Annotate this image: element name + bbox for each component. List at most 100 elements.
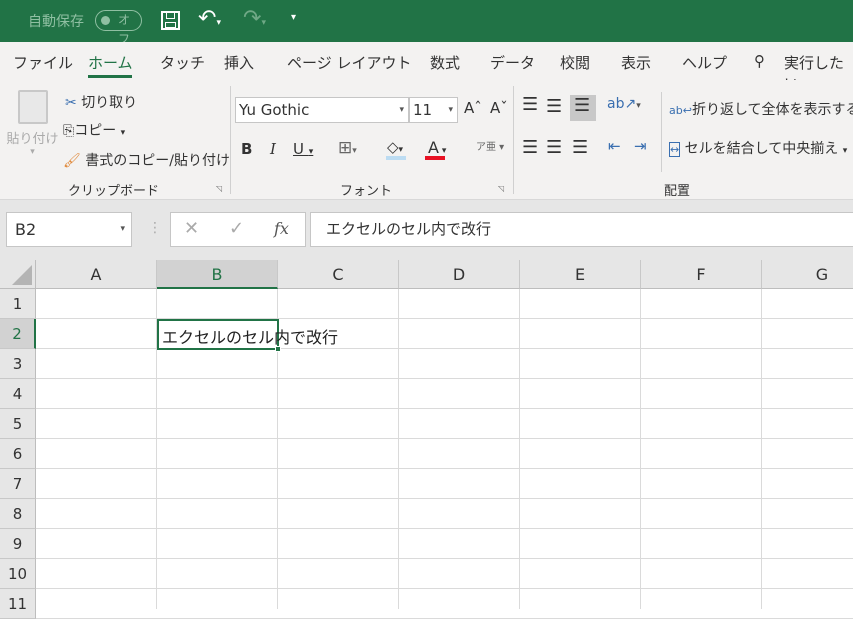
customize-icon[interactable]: ▾ (291, 12, 296, 23)
gridline (36, 438, 853, 439)
increase-indent-icon[interactable]: ⇥ (634, 137, 647, 155)
merge-center-button[interactable]: ↔ セルを結合して中央揃え ▾ (669, 138, 847, 158)
tab-view[interactable]: 表示 (621, 52, 651, 73)
column-header-B[interactable]: B (157, 260, 278, 289)
column-header-D[interactable]: D (399, 260, 520, 289)
increase-font-size-button[interactable]: Aˆ (464, 99, 482, 117)
tab-touch[interactable]: タッチ (160, 52, 205, 73)
redo-icon[interactable]: ↷▾ (243, 6, 266, 31)
align-center-icon[interactable]: ☰ (546, 137, 562, 158)
borders-icon[interactable]: ⊞▾ (338, 138, 357, 158)
gridline (36, 558, 853, 559)
wrap-text-icon: ab↩ (669, 104, 692, 117)
tab-review[interactable]: 校閲 (560, 52, 590, 73)
cancel-icon[interactable]: ✕ (184, 218, 199, 239)
underline-button[interactable]: U ▾ (293, 140, 313, 158)
wrap-text-label: 折り返して全体を表示する (691, 102, 853, 118)
tab-insert[interactable]: 挿入 (224, 52, 254, 73)
row-header-1[interactable]: 1 (0, 289, 36, 319)
column-header-A[interactable]: A (36, 260, 157, 289)
align-top-icon[interactable]: ☰ (522, 94, 538, 115)
tab-home[interactable]: ホーム (88, 52, 133, 73)
row-header-9[interactable]: 9 (0, 529, 36, 559)
tab-formulas[interactable]: 数式 (430, 52, 460, 73)
row-header-2[interactable]: 2 (0, 319, 36, 349)
clipboard-group-label: クリップボード (68, 184, 160, 199)
spreadsheet-grid[interactable]: ABCDEFG 1 2 3 4 5 6 7 8 9 10 11 エクセルのセル内で改行 (0, 260, 853, 619)
tab-help[interactable]: ヘルプ (682, 52, 727, 73)
row-header-6[interactable]: 6 (0, 439, 36, 469)
gridline (640, 289, 641, 609)
dialog-launcher-icon[interactable]: ◹ (498, 184, 504, 193)
format-painter-button[interactable]: 🖌 書式のコピー/貼り付け (63, 150, 230, 170)
decrease-indent-icon[interactable]: ⇤ (608, 137, 621, 155)
column-header-E[interactable]: E (520, 260, 641, 289)
formula-buttons: ✕ ✓ fx (170, 212, 306, 247)
fill-color-swatch (386, 156, 406, 160)
save-icon[interactable] (161, 11, 180, 30)
font-name-select[interactable]: Yu Gothic ▾ (235, 97, 409, 123)
row-header-11[interactable]: 11 (0, 589, 36, 619)
brush-icon: 🖌 (63, 153, 81, 169)
gridline (761, 289, 762, 609)
autosave-toggle[interactable]: オフ (95, 10, 142, 46)
gridline (36, 468, 853, 469)
gridline (398, 289, 399, 609)
row-header-10[interactable]: 10 (0, 559, 36, 589)
active-tab-indicator (88, 75, 132, 78)
align-left-icon[interactable]: ☰ (522, 137, 538, 158)
gridline (36, 378, 853, 379)
enter-icon[interactable]: ✓ (229, 218, 244, 239)
paste-label: 貼り付け (6, 132, 59, 147)
fill-color-icon[interactable]: ◇▾ (387, 138, 403, 156)
italic-button[interactable]: I (270, 140, 276, 158)
row-header-7[interactable]: 7 (0, 469, 36, 499)
select-all-button[interactable] (0, 260, 36, 289)
gridline (36, 528, 853, 529)
name-box[interactable]: B2 ▾ (6, 212, 132, 247)
ribbon-tabs: ファイル ホーム タッチ 挿入 ページ レイアウト 数式 データ 校閲 表示 ヘ… (0, 42, 853, 93)
title-bar: 自動保存 オフ ↶▾ ↷▾ ▾ (0, 0, 853, 46)
tab-page-layout[interactable]: ページ レイアウト (287, 52, 411, 73)
gridline (36, 588, 853, 589)
orientation-icon[interactable]: ab↗▾ (607, 96, 641, 112)
merge-center-label: セルを結合して中央揃え (684, 141, 839, 157)
tab-data[interactable]: データ (490, 52, 535, 73)
bold-button[interactable]: B (241, 140, 252, 158)
search-icon[interactable]: ⚲ (754, 52, 765, 70)
font-color-swatch (425, 156, 445, 160)
formula-input[interactable]: エクセルのセル内で改行 (310, 212, 853, 247)
row-header-5[interactable]: 5 (0, 409, 36, 439)
formula-content: エクセルのセル内で改行 (326, 220, 492, 238)
copy-button[interactable]: ⎘コピー ▾ (63, 120, 125, 140)
copy-label: コピー (74, 123, 117, 139)
undo-icon[interactable]: ↶▾ (198, 6, 221, 31)
row-header-8[interactable]: 8 (0, 499, 36, 529)
align-middle-icon[interactable]: ☰ (546, 96, 562, 117)
column-header-C[interactable]: C (278, 260, 399, 289)
wrap-text-button[interactable]: ab↩折り返して全体を表示する (669, 99, 853, 119)
cut-button[interactable]: ✂ 切り取り (65, 92, 137, 112)
phonetic-icon[interactable]: ア亜 ▾ (476, 138, 504, 153)
column-header-G[interactable]: G (762, 260, 853, 289)
align-right-icon[interactable]: ☰ (572, 137, 588, 158)
align-bottom-icon[interactable]: ☰ (570, 95, 596, 121)
formula-bar-area: B2 ▾ ⋮ ✕ ✓ fx エクセルのセル内で改行 (0, 200, 853, 260)
ribbon: 貼り付け ▾ ✂ 切り取り ⎘コピー ▾ 🖌 書式のコピー/貼り付け クリップボ… (0, 80, 853, 200)
underline-label: U (293, 140, 304, 158)
dialog-launcher-icon[interactable]: ◹ (216, 184, 222, 193)
alignment-group-label: 配置 (664, 184, 691, 199)
tab-file[interactable]: ファイル (13, 52, 73, 73)
row-header-3[interactable]: 3 (0, 349, 36, 379)
cell-B2-text: エクセルのセル内で改行 (162, 328, 339, 347)
font-color-icon[interactable]: A ▾ (428, 138, 446, 157)
font-size-value: 11 (413, 101, 433, 119)
resize-handle-icon[interactable]: ⋮ (148, 220, 162, 236)
insert-function-icon[interactable]: fx (274, 219, 289, 238)
column-header-F[interactable]: F (641, 260, 762, 289)
font-size-select[interactable]: 11 ▾ (409, 97, 458, 123)
row-header-4[interactable]: 4 (0, 379, 36, 409)
paste-button[interactable]: 貼り付け ▾ (5, 88, 60, 168)
format-painter-label: 書式のコピー/貼り付け (85, 153, 230, 169)
decrease-font-size-button[interactable]: Aˇ (490, 99, 508, 117)
